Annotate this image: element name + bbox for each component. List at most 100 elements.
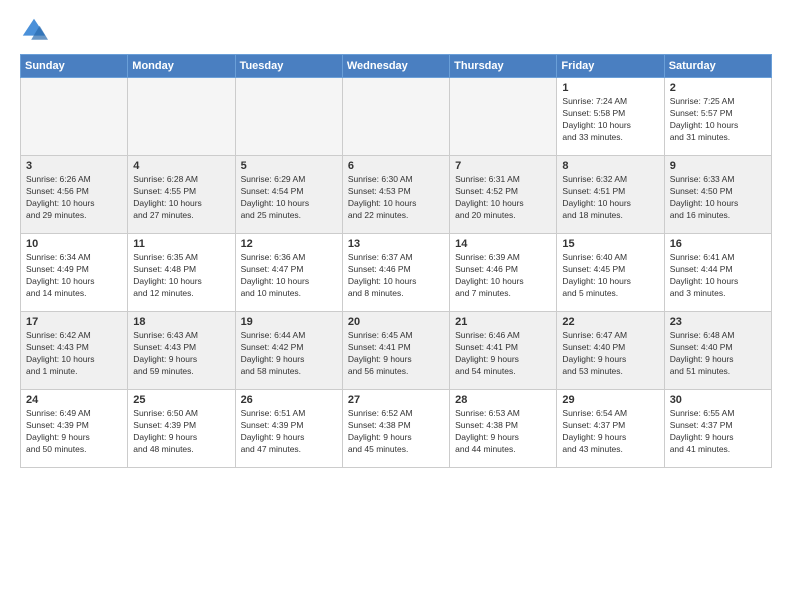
header-area (20, 16, 772, 44)
day-info: Sunrise: 7:25 AM Sunset: 5:57 PM Dayligh… (670, 96, 766, 144)
day-number: 26 (241, 394, 337, 406)
day-number: 24 (26, 394, 122, 406)
weekday-header-tuesday: Tuesday (235, 55, 342, 78)
day-info: Sunrise: 6:49 AM Sunset: 4:39 PM Dayligh… (26, 408, 122, 456)
calendar-cell: 9 Sunrise: 6:33 AM Sunset: 4:50 PM Daylig… (664, 156, 771, 234)
weekday-header-friday: Friday (557, 55, 664, 78)
day-number: 10 (26, 238, 122, 250)
day-info: Sunrise: 7:24 AM Sunset: 5:58 PM Dayligh… (562, 96, 658, 144)
calendar-week-5: 24 Sunrise: 6:49 AM Sunset: 4:39 PM Dayli… (21, 390, 772, 468)
day-number: 23 (670, 316, 766, 328)
day-number: 17 (26, 316, 122, 328)
calendar-cell: 7 Sunrise: 6:31 AM Sunset: 4:52 PM Daylig… (450, 156, 557, 234)
calendar-cell: 19 Sunrise: 6:44 AM Sunset: 4:42 PM Dayli… (235, 312, 342, 390)
day-info: Sunrise: 6:37 AM Sunset: 4:46 PM Dayligh… (348, 252, 444, 300)
calendar-cell: 1 Sunrise: 7:24 AM Sunset: 5:58 PM Daylig… (557, 78, 664, 156)
day-number: 2 (670, 82, 766, 94)
day-number: 30 (670, 394, 766, 406)
calendar-cell: 8 Sunrise: 6:32 AM Sunset: 4:51 PM Daylig… (557, 156, 664, 234)
day-info: Sunrise: 6:50 AM Sunset: 4:39 PM Dayligh… (133, 408, 229, 456)
calendar-cell: 28 Sunrise: 6:53 AM Sunset: 4:38 PM Dayli… (450, 390, 557, 468)
calendar-cell: 3 Sunrise: 6:26 AM Sunset: 4:56 PM Daylig… (21, 156, 128, 234)
day-info: Sunrise: 6:52 AM Sunset: 4:38 PM Dayligh… (348, 408, 444, 456)
day-info: Sunrise: 6:36 AM Sunset: 4:47 PM Dayligh… (241, 252, 337, 300)
calendar-week-2: 3 Sunrise: 6:26 AM Sunset: 4:56 PM Daylig… (21, 156, 772, 234)
day-number: 9 (670, 160, 766, 172)
day-info: Sunrise: 6:33 AM Sunset: 4:50 PM Dayligh… (670, 174, 766, 222)
calendar-cell: 15Sunrise: 6:40 AM Sunset: 4:45 PM Dayli… (557, 234, 664, 312)
day-info: Sunrise: 6:26 AM Sunset: 4:56 PM Dayligh… (26, 174, 122, 222)
day-info: Sunrise: 6:31 AM Sunset: 4:52 PM Dayligh… (455, 174, 551, 222)
calendar-cell: 5Sunrise: 6:29 AM Sunset: 4:54 PM Daylig… (235, 156, 342, 234)
day-number: 8 (562, 160, 658, 172)
calendar-cell: 16 Sunrise: 6:41 AM Sunset: 4:44 PM Dayli… (664, 234, 771, 312)
day-info: Sunrise: 6:39 AM Sunset: 4:46 PM Dayligh… (455, 252, 551, 300)
calendar-cell (235, 78, 342, 156)
weekday-header-saturday: Saturday (664, 55, 771, 78)
weekday-header-sunday: Sunday (21, 55, 128, 78)
calendar-cell: 30 Sunrise: 6:55 AM Sunset: 4:37 PM Dayli… (664, 390, 771, 468)
day-number: 19 (241, 316, 337, 328)
day-info: Sunrise: 6:54 AM Sunset: 4:37 PM Dayligh… (562, 408, 658, 456)
day-number: 29 (562, 394, 658, 406)
calendar-cell: 21Sunrise: 6:46 AM Sunset: 4:41 PM Dayli… (450, 312, 557, 390)
day-info: Sunrise: 6:42 AM Sunset: 4:43 PM Dayligh… (26, 330, 122, 378)
calendar-cell: 10 Sunrise: 6:34 AM Sunset: 4:49 PM Dayli… (21, 234, 128, 312)
day-number: 13 (348, 238, 444, 250)
day-number: 3 (26, 160, 122, 172)
calendar-cell: 27 Sunrise: 6:52 AM Sunset: 4:38 PM Dayli… (342, 390, 449, 468)
calendar-cell: 29 Sunrise: 6:54 AM Sunset: 4:37 PM Dayli… (557, 390, 664, 468)
day-info: Sunrise: 6:53 AM Sunset: 4:38 PM Dayligh… (455, 408, 551, 456)
day-number: 1 (562, 82, 658, 94)
calendar-cell: 17 Sunrise: 6:42 AM Sunset: 4:43 PM Dayli… (21, 312, 128, 390)
day-number: 27 (348, 394, 444, 406)
day-number: 11 (133, 238, 229, 250)
calendar-week-4: 17 Sunrise: 6:42 AM Sunset: 4:43 PM Dayli… (21, 312, 772, 390)
weekday-header-row: SundayMondayTuesdayWednesdayThursdayFrid… (21, 55, 772, 78)
day-info: Sunrise: 6:34 AM Sunset: 4:49 PM Dayligh… (26, 252, 122, 300)
calendar-cell: 22 Sunrise: 6:47 AM Sunset: 4:40 PM Dayli… (557, 312, 664, 390)
day-info: Sunrise: 6:28 AM Sunset: 4:55 PM Dayligh… (133, 174, 229, 222)
day-info: Sunrise: 6:41 AM Sunset: 4:44 PM Dayligh… (670, 252, 766, 300)
calendar-cell: 20 Sunrise: 6:45 AM Sunset: 4:41 PM Dayli… (342, 312, 449, 390)
day-number: 16 (670, 238, 766, 250)
calendar-table: SundayMondayTuesdayWednesdayThursdayFrid… (20, 54, 772, 468)
day-info: Sunrise: 6:45 AM Sunset: 4:41 PM Dayligh… (348, 330, 444, 378)
weekday-header-monday: Monday (128, 55, 235, 78)
calendar-cell: 12 Sunrise: 6:36 AM Sunset: 4:47 PM Dayli… (235, 234, 342, 312)
day-number: 7 (455, 160, 551, 172)
calendar-cell: 4Sunrise: 6:28 AM Sunset: 4:55 PM Daylig… (128, 156, 235, 234)
day-info: Sunrise: 6:51 AM Sunset: 4:39 PM Dayligh… (241, 408, 337, 456)
day-info: Sunrise: 6:44 AM Sunset: 4:42 PM Dayligh… (241, 330, 337, 378)
day-number: 6 (348, 160, 444, 172)
day-info: Sunrise: 6:46 AM Sunset: 4:41 PM Dayligh… (455, 330, 551, 378)
day-number: 12 (241, 238, 337, 250)
calendar-cell: 6 Sunrise: 6:30 AM Sunset: 4:53 PM Daylig… (342, 156, 449, 234)
day-info: Sunrise: 6:47 AM Sunset: 4:40 PM Dayligh… (562, 330, 658, 378)
calendar-cell: 18Sunrise: 6:43 AM Sunset: 4:43 PM Dayli… (128, 312, 235, 390)
calendar-cell: 11Sunrise: 6:35 AM Sunset: 4:48 PM Dayli… (128, 234, 235, 312)
day-number: 28 (455, 394, 551, 406)
weekday-header-thursday: Thursday (450, 55, 557, 78)
logo-icon (20, 16, 48, 44)
calendar-cell (128, 78, 235, 156)
calendar-cell: 24 Sunrise: 6:49 AM Sunset: 4:39 PM Dayli… (21, 390, 128, 468)
day-number: 22 (562, 316, 658, 328)
day-number: 5 (241, 160, 337, 172)
logo (20, 16, 52, 44)
calendar-cell (21, 78, 128, 156)
day-info: Sunrise: 6:32 AM Sunset: 4:51 PM Dayligh… (562, 174, 658, 222)
calendar-week-1: 1 Sunrise: 7:24 AM Sunset: 5:58 PM Daylig… (21, 78, 772, 156)
day-info: Sunrise: 6:48 AM Sunset: 4:40 PM Dayligh… (670, 330, 766, 378)
weekday-header-wednesday: Wednesday (342, 55, 449, 78)
calendar-cell (450, 78, 557, 156)
day-number: 18 (133, 316, 229, 328)
day-info: Sunrise: 6:30 AM Sunset: 4:53 PM Dayligh… (348, 174, 444, 222)
day-info: Sunrise: 6:40 AM Sunset: 4:45 PM Dayligh… (562, 252, 658, 300)
calendar-cell: 23 Sunrise: 6:48 AM Sunset: 4:40 PM Dayli… (664, 312, 771, 390)
day-info: Sunrise: 6:55 AM Sunset: 4:37 PM Dayligh… (670, 408, 766, 456)
day-number: 20 (348, 316, 444, 328)
calendar-cell: 14Sunrise: 6:39 AM Sunset: 4:46 PM Dayli… (450, 234, 557, 312)
page: SundayMondayTuesdayWednesdayThursdayFrid… (0, 0, 792, 478)
calendar-cell: 2 Sunrise: 7:25 AM Sunset: 5:57 PM Daylig… (664, 78, 771, 156)
